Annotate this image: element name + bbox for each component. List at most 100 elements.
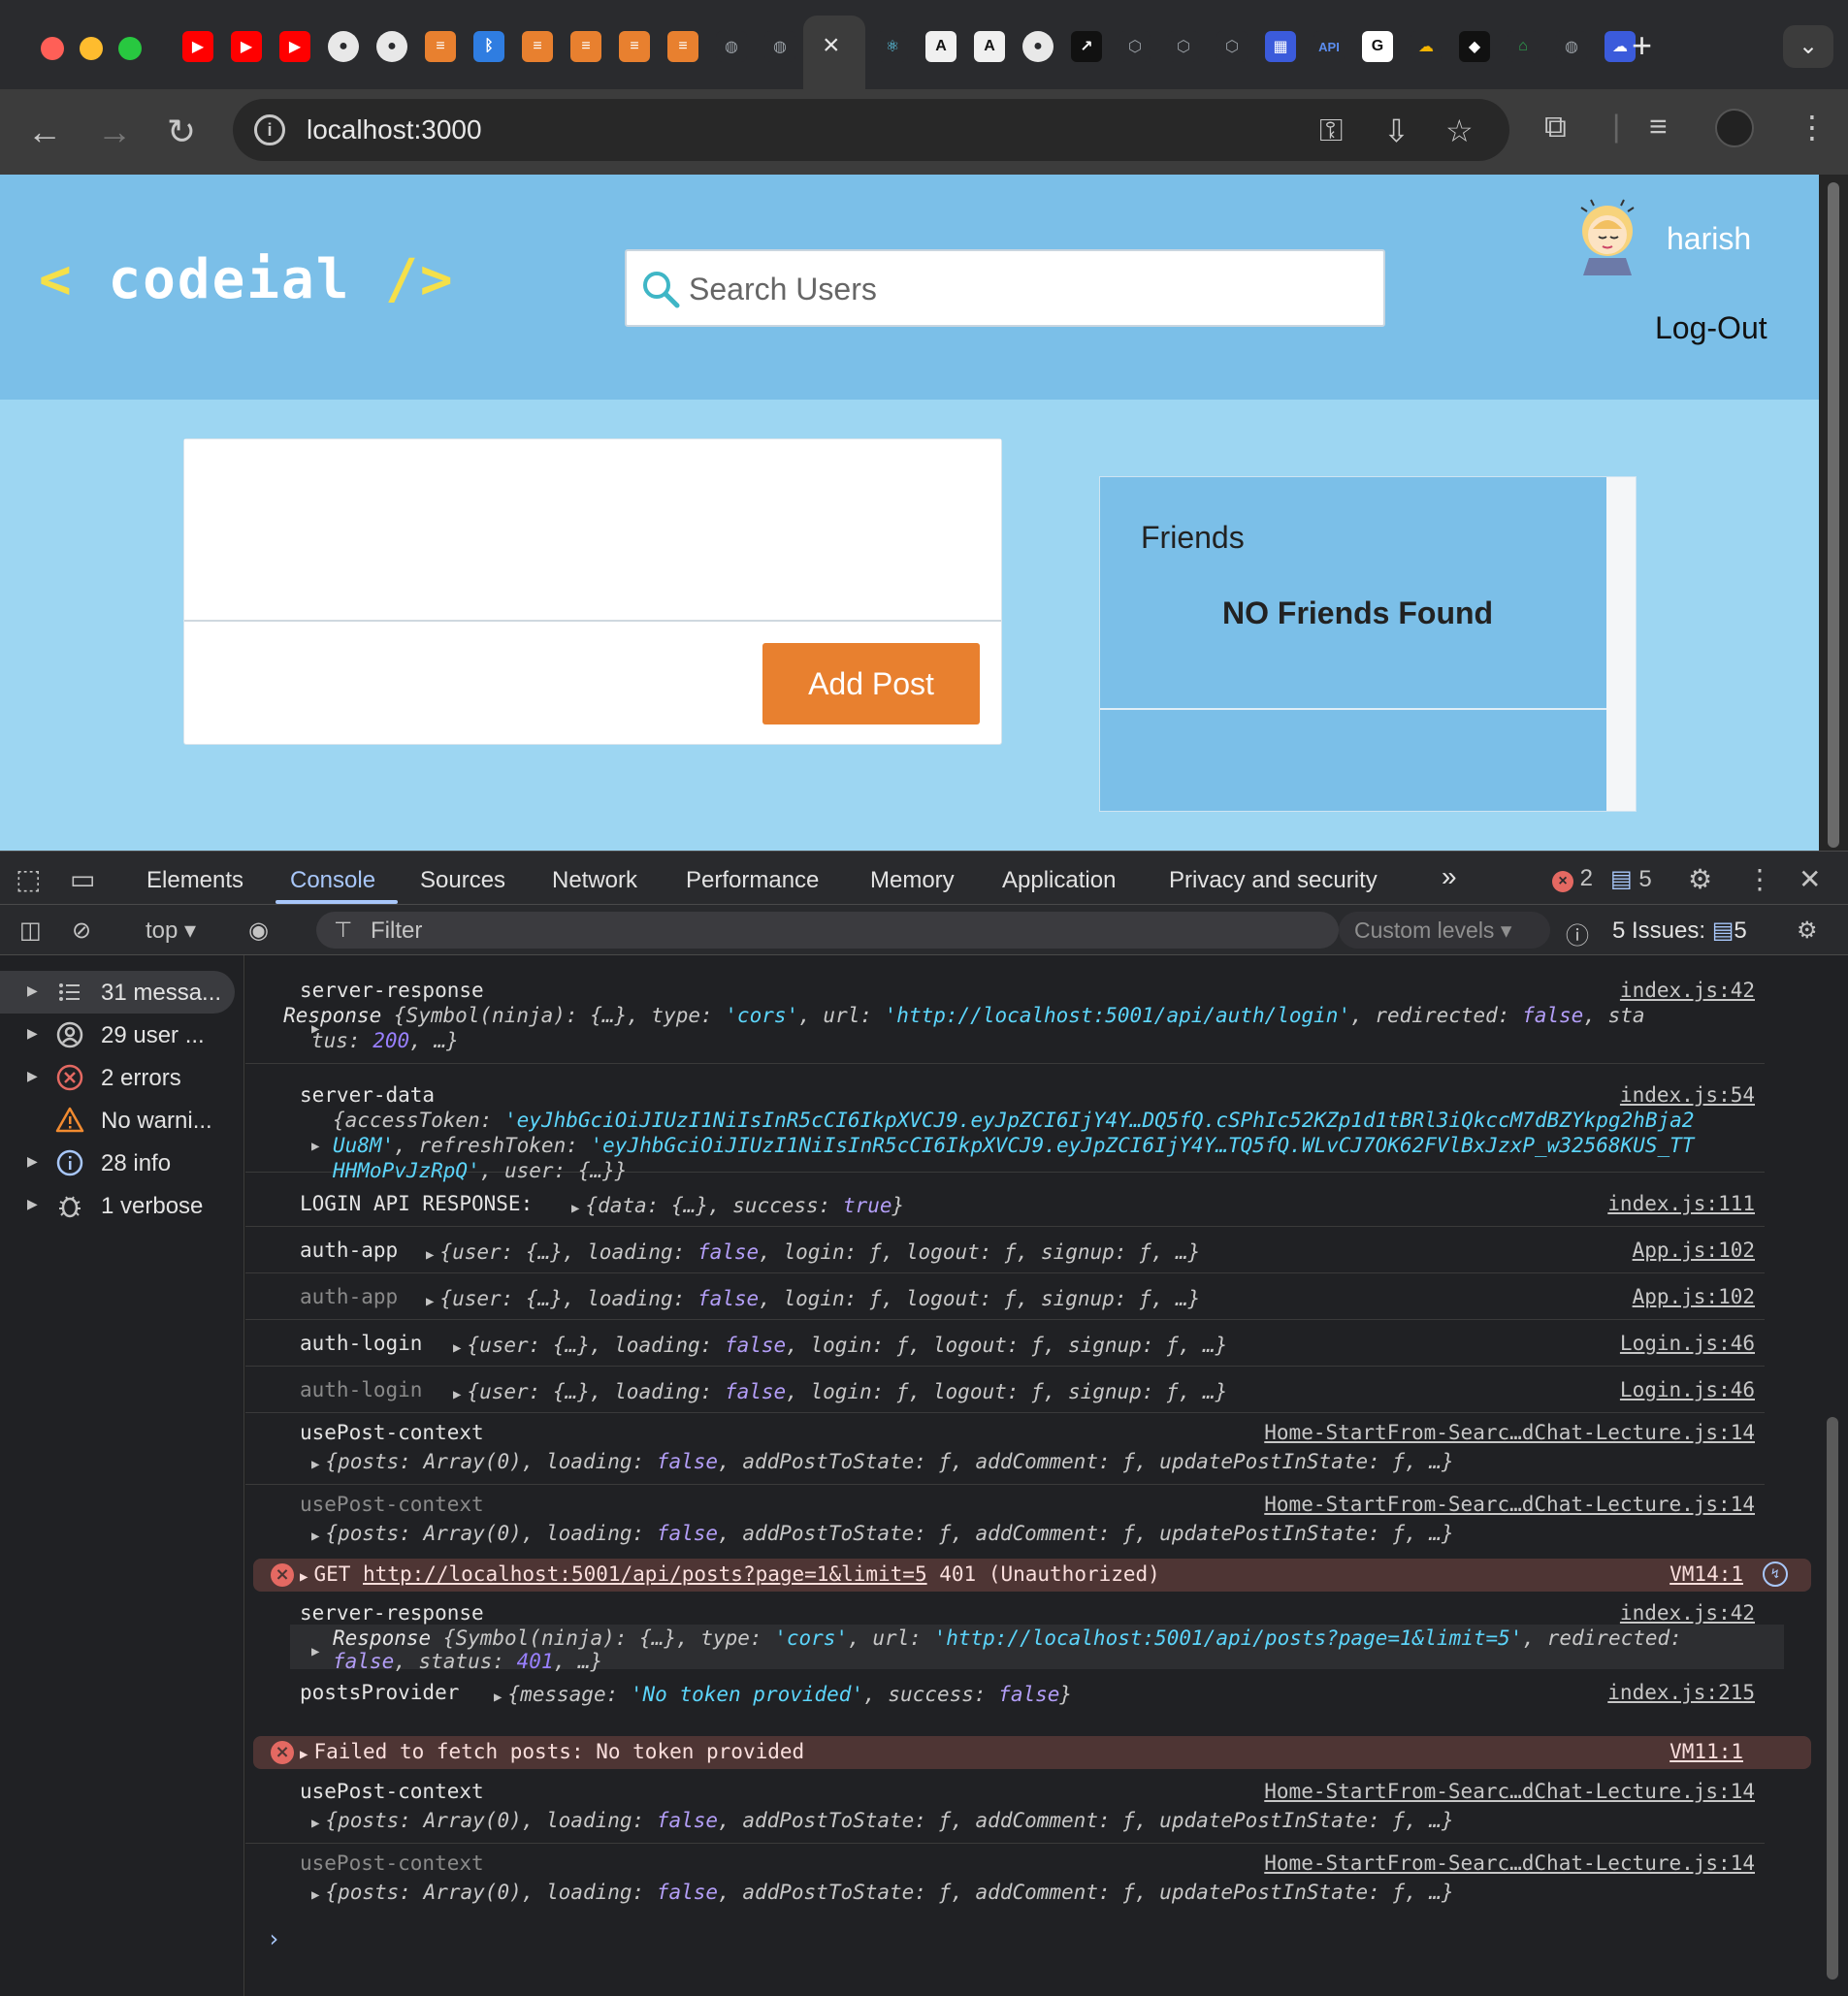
settings-gear-icon[interactable]: ⚙: [1688, 863, 1712, 895]
codeial-icon[interactable]: ≡: [522, 31, 553, 62]
log-object[interactable]: ▶ {posts: Array(0), loading: false, addPo…: [311, 1809, 1454, 1832]
log-object[interactable]: ▶ Response {Symbol(ninja): {…}, type: 'c…: [257, 1004, 1644, 1027]
api-icon[interactable]: API: [1313, 31, 1345, 62]
search-input[interactable]: [689, 269, 1358, 309]
console-row[interactable]: LOGIN API RESPONSE: ▶ {data: {…}, success…: [245, 1180, 1765, 1227]
expand-triangle-icon[interactable]: ▶: [311, 1021, 319, 1037]
console-error-row[interactable]: × ▶ Failed to fetch posts: No token provi…: [253, 1736, 1811, 1769]
tab-application[interactable]: Application: [1002, 867, 1116, 894]
url-text[interactable]: localhost:3000: [307, 114, 482, 145]
log-object[interactable]: ▶ {message: 'No token provided', success:…: [494, 1683, 1072, 1706]
console-prompt[interactable]: ›: [267, 1925, 280, 1952]
bookmark-star-icon[interactable]: ☆: [1445, 113, 1474, 149]
password-key-icon[interactable]: ⚿: [1319, 113, 1343, 149]
log-object[interactable]: ▶ {posts: Array(0), loading: false, addPo…: [311, 1881, 1454, 1904]
sidebar-item-warnings[interactable]: No warni...: [0, 1099, 244, 1142]
issues-link[interactable]: 5 Issues: ▤5: [1612, 917, 1747, 945]
chatgpt-icon[interactable]: ⬡: [1119, 31, 1151, 62]
media-control-icon[interactable]: ≡: [1649, 109, 1668, 145]
console-row[interactable]: server-response index.js:42 ▶ Response {…: [245, 955, 1765, 1064]
console-row[interactable]: postsProvider ▶ {message: 'No token provi…: [245, 1671, 1765, 1722]
react-icon[interactable]: ⚛: [877, 31, 908, 62]
tab-console[interactable]: Console: [290, 867, 375, 894]
extensions-icon[interactable]: ⧉: [1544, 109, 1567, 145]
back-icon[interactable]: ←: [27, 113, 62, 151]
chatgpt-icon[interactable]: ⬡: [1168, 31, 1199, 62]
tab-close-icon[interactable]: ×: [823, 29, 840, 62]
user-search-box[interactable]: [625, 249, 1385, 327]
log-object[interactable]: ▶ {posts: Array(0), loading: false, addPo…: [311, 1522, 1454, 1545]
console-row[interactable]: server-response index.js:42 Response {Sy…: [245, 1597, 1784, 1673]
tab-memory[interactable]: Memory: [870, 867, 955, 894]
sidebar-item-errors[interactable]: ▶ 2 errors: [0, 1056, 244, 1099]
console-scrollbar[interactable]: [1818, 955, 1848, 1996]
github-icon[interactable]: ●: [376, 31, 407, 62]
source-link[interactable]: index.js:54: [1620, 1083, 1755, 1107]
context-selector[interactable]: top ▾: [146, 917, 196, 945]
box-icon[interactable]: ◆: [1459, 31, 1490, 62]
console-row[interactable]: usePost-context Home-StartFrom-Searc…dCh…: [245, 1413, 1765, 1485]
codeial-icon[interactable]: ≡: [570, 31, 601, 62]
sidebar-toggle-icon[interactable]: ◫: [19, 917, 42, 945]
youtube-icon[interactable]: ▶: [231, 31, 262, 62]
source-link[interactable]: Home-StartFrom-Searc…dChat-Lecture.js:14: [1264, 1421, 1755, 1444]
youtube-icon[interactable]: ▶: [182, 31, 213, 62]
error-text[interactable]: ▶ Failed to fetch posts: No token provide…: [300, 1740, 804, 1763]
console-row[interactable]: server-data index.js:54 {accessToken: 'e…: [245, 1064, 1765, 1182]
filter-input[interactable]: ⊤ Filter: [316, 912, 1339, 949]
devtools-menu-icon[interactable]: ⋮: [1746, 863, 1773, 895]
user-avatar[interactable]: [1572, 194, 1643, 275]
error-count-badge[interactable]: × 2: [1552, 865, 1593, 892]
source-link[interactable]: Home-StartFrom-Searc…dChat-Lecture.js:14: [1264, 1780, 1755, 1803]
sidebar-item-user-messages[interactable]: ▶ 29 user ...: [0, 1014, 244, 1056]
log-object[interactable]: ▶ {user: {…}, loading: false, login: ƒ, l…: [426, 1240, 1200, 1264]
globe-icon[interactable]: ◍: [716, 31, 747, 62]
console-error-row[interactable]: × ▶ GET http://localhost:5001/api/posts?p…: [253, 1559, 1811, 1592]
console-row[interactable]: auth-login ▶ {user: {…}, loading: false, …: [245, 1367, 1765, 1413]
source-link[interactable]: VM14:1: [1670, 1562, 1743, 1586]
console-row[interactable]: auth-login ▶ {user: {…}, loading: false, …: [245, 1320, 1765, 1367]
source-link[interactable]: Home-StartFrom-Searc…dChat-Lecture.js:14: [1264, 1493, 1755, 1516]
more-tabs-icon[interactable]: »: [1442, 861, 1457, 892]
console-row[interactable]: auth-app ▶ {user: {…}, loading: false, lo…: [245, 1273, 1765, 1320]
tab-privacy-security[interactable]: Privacy and security: [1169, 867, 1378, 894]
source-link[interactable]: index.js:111: [1607, 1192, 1755, 1215]
profile-avatar[interactable]: [1715, 109, 1754, 147]
chip-icon[interactable]: ▦: [1265, 31, 1296, 62]
post-textarea[interactable]: [184, 439, 1001, 622]
source-link[interactable]: index.js:42: [1620, 979, 1755, 1002]
source-link[interactable]: index.js:215: [1607, 1681, 1755, 1704]
network-request-icon[interactable]: ↯: [1763, 1561, 1788, 1587]
github-icon[interactable]: ●: [328, 31, 359, 62]
log-object[interactable]: ▶ {posts: Array(0), loading: false, addPo…: [311, 1450, 1454, 1473]
error-text[interactable]: ▶ GET http://localhost:5001/api/posts?pag…: [300, 1562, 1160, 1586]
live-expression-eye-icon[interactable]: ◉: [248, 917, 269, 945]
chatgpt-icon[interactable]: ⬡: [1216, 31, 1248, 62]
add-post-button[interactable]: Add Post: [762, 643, 980, 724]
youtube-icon[interactable]: ▶: [279, 31, 310, 62]
log-object[interactable]: ▶ {user: {…}, loading: false, login: ƒ, l…: [453, 1334, 1227, 1357]
page-scrollbar[interactable]: [1819, 175, 1848, 851]
console-row[interactable]: usePost-context Home-StartFrom-Searc…dCh…: [245, 1844, 1765, 1916]
tab-sources[interactable]: Sources: [420, 867, 505, 894]
source-link[interactable]: index.js:42: [1620, 1601, 1755, 1625]
forward-icon[interactable]: →: [97, 113, 132, 151]
console-row[interactable]: usePost-context Home-StartFrom-Searc…dCh…: [245, 1772, 1765, 1844]
username-label[interactable]: harish: [1667, 221, 1751, 257]
close-devtools-icon[interactable]: ✕: [1799, 863, 1821, 895]
clear-console-icon[interactable]: ⊘: [72, 917, 91, 945]
log-levels-dropdown[interactable]: Custom levels ▾: [1339, 912, 1550, 949]
source-link[interactable]: App.js:102: [1633, 1285, 1755, 1308]
site-info-icon[interactable]: i: [254, 114, 285, 145]
source-link[interactable]: Login.js:46: [1620, 1332, 1755, 1355]
log-object[interactable]: ▶ {data: {…}, success: true}: [571, 1194, 904, 1217]
tab-performance[interactable]: Performance: [686, 867, 819, 894]
home-icon[interactable]: ⌂: [1508, 31, 1539, 62]
sidebar-item-messages[interactable]: ▶ 31 messa...: [0, 971, 235, 1014]
close-window-button[interactable]: [41, 37, 64, 60]
expand-triangle-icon[interactable]: ▶: [311, 1644, 319, 1659]
source-link[interactable]: VM11:1: [1670, 1740, 1743, 1763]
codeial-icon[interactable]: ≡: [619, 31, 650, 62]
codeial-icon[interactable]: ≡: [667, 31, 698, 62]
new-tab-button[interactable]: +: [1632, 25, 1652, 66]
